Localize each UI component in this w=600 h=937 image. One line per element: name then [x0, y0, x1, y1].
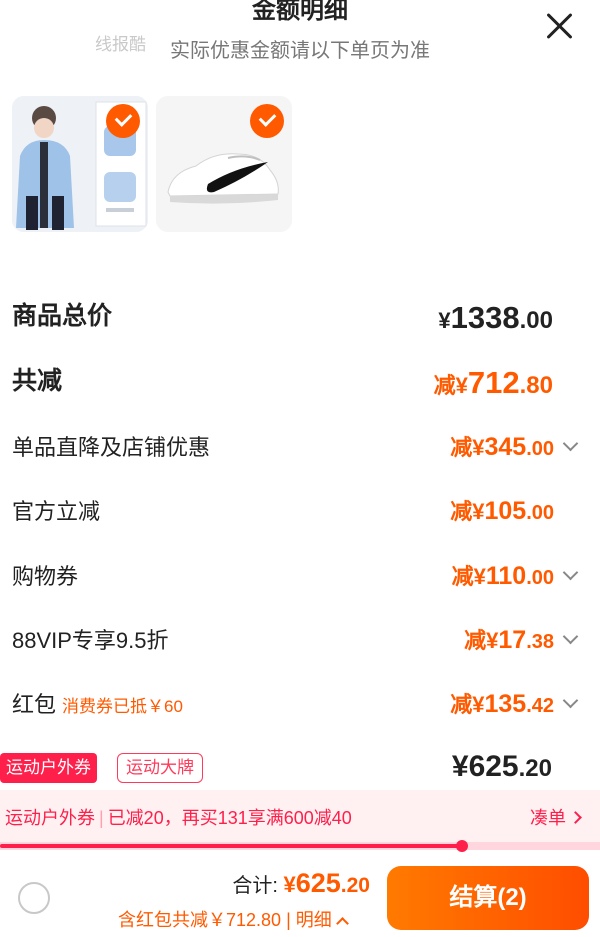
promo-bar: 运动户外券 | 已减20，再买131享满600减40 凑单	[0, 790, 600, 842]
price-total-label: 商品总价	[12, 302, 113, 330]
discount-row-redpacket[interactable]: 红包 消费券已抵￥60 减¥135.42	[12, 683, 588, 723]
discount-amount: 减¥135.42	[450, 690, 554, 718]
discount-row-coupon[interactable]: 购物券 减¥110.00	[12, 555, 588, 595]
price-reduced-label: 共减	[12, 367, 63, 395]
chevron-down-icon[interactable]	[562, 692, 579, 709]
discount-label: 官方立减	[12, 499, 101, 524]
price-reduced-amount: 减¥712.80	[433, 365, 553, 400]
chevron-down-icon[interactable]	[562, 564, 579, 581]
page-subtitle: 实际优惠金额请以下单页为准	[170, 40, 430, 62]
promo-tag-brand: 运动大牌	[117, 753, 203, 783]
discount-amount: 减¥17.38	[464, 626, 554, 654]
promo-progress-fill	[0, 844, 462, 848]
discount-amount: 减¥110.00	[451, 562, 554, 590]
discount-row-shop[interactable]: 单品直降及店铺优惠 减¥345.00	[12, 426, 588, 466]
price-total-row: 商品总价 ¥1338.00	[12, 296, 588, 336]
promo-tags-row: 运动户外券 运动大牌 ¥625.20	[0, 748, 600, 788]
discount-amount: 减¥345.00	[450, 433, 554, 461]
discount-label: 单品直降及店铺优惠	[12, 435, 211, 460]
checkout-bar: 合计: ¥625.20 含红包共减￥712.80 | 明细 结算(2)	[0, 852, 600, 937]
discount-label: 购物券	[12, 564, 79, 589]
selected-check-icon[interactable]	[250, 104, 284, 138]
price-reduced-row: 共减 减¥712.80	[12, 361, 588, 401]
redpacket-note: 消费券已抵￥60	[62, 697, 183, 716]
header: 金额明细 线报酷 实际优惠金额请以下单页为准	[0, 0, 600, 70]
discount-row-vip[interactable]: 88VIP专享9.5折 减¥17.38	[12, 619, 588, 659]
chevron-down-icon[interactable]	[562, 628, 579, 645]
product-thumbnail-sneaker[interactable]	[156, 96, 292, 232]
promo-progress-knob	[456, 840, 468, 852]
promo-progress-bar	[0, 840, 600, 852]
selected-check-icon[interactable]	[106, 104, 140, 138]
price-total-amount: ¥1338.00	[438, 300, 553, 335]
page-title: 金额明细	[252, 0, 348, 24]
promo-bar-text: 运动户外券 | 已减20，再买131享满600减40	[5, 808, 352, 828]
discount-row-official: 官方立减 减¥105.00	[12, 490, 588, 530]
details-toggle[interactable]: 明细	[296, 910, 347, 930]
product-thumbnail-jacket[interactable]	[12, 96, 148, 232]
promo-tag-outdoor: 运动户外券	[0, 753, 97, 783]
discount-label: 红包 消费券已抵￥60	[12, 692, 183, 717]
discount-amount: 减¥105.00	[450, 497, 554, 525]
discount-label: 88VIP专享9.5折	[12, 628, 169, 653]
checkout-button[interactable]: 结算(2)	[387, 866, 589, 930]
sum-subtext: 含红包共减￥712.80 | 明细	[118, 906, 347, 932]
final-price: ¥625.20	[451, 750, 552, 783]
close-icon[interactable]	[544, 10, 576, 42]
chevron-down-icon[interactable]	[562, 435, 579, 452]
sum-total: 合计: ¥625.20	[232, 868, 370, 898]
add-items-link[interactable]: 凑单	[530, 804, 580, 830]
select-all-radio[interactable]	[18, 882, 50, 914]
